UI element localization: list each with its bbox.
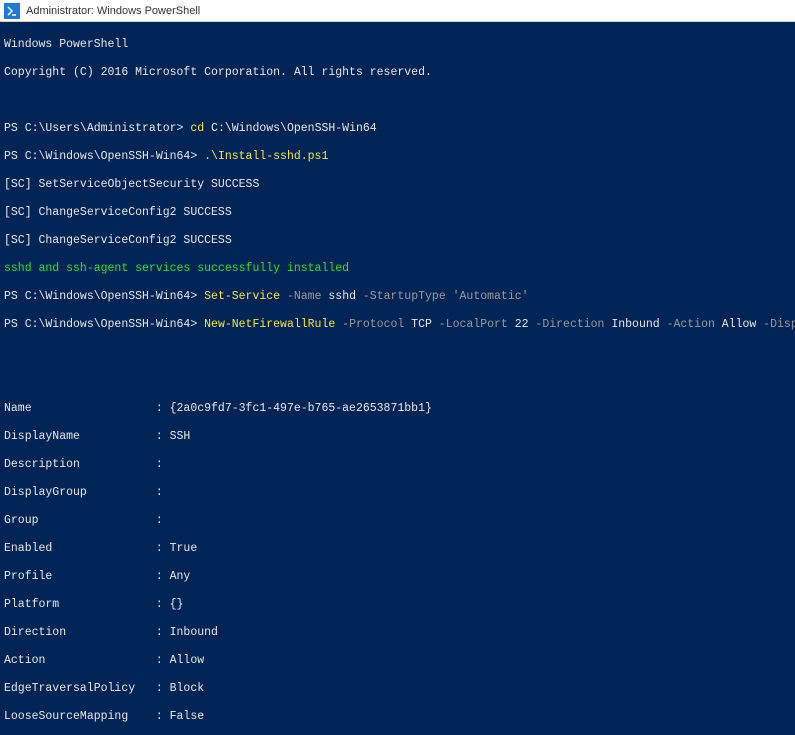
header-line: Windows PowerShell [4, 38, 791, 52]
cmd-firewall: PS C:\Windows\OpenSSH-Win64> New-NetFire… [4, 318, 791, 332]
rule-output: Group : [4, 514, 791, 528]
rule-output: Direction : Inbound [4, 626, 791, 640]
powershell-window: Administrator: Windows PowerShell Window… [0, 0, 795, 735]
blank [4, 374, 791, 388]
blank [4, 94, 791, 108]
cmd-cd: PS C:\Users\Administrator> cd C:\Windows… [4, 122, 791, 136]
blank [4, 346, 791, 360]
terminal-area[interactable]: Windows PowerShell Copyright (C) 2016 Mi… [0, 22, 795, 735]
rule-output: Name : {2a0c9fd7-3fc1-497e-b765-ae265387… [4, 402, 791, 416]
sc-output: [SC] ChangeServiceConfig2 SUCCESS [4, 206, 791, 220]
copyright-line: Copyright (C) 2016 Microsoft Corporation… [4, 66, 791, 80]
powershell-icon [4, 3, 20, 19]
rule-output: Enabled : True [4, 542, 791, 556]
rule-output: Action : Allow [4, 654, 791, 668]
titlebar[interactable]: Administrator: Windows PowerShell [0, 0, 795, 22]
rule-output: EdgeTraversalPolicy : Block [4, 682, 791, 696]
sc-output: [SC] SetServiceObjectSecurity SUCCESS [4, 178, 791, 192]
cmd-install: PS C:\Windows\OpenSSH-Win64> .\Install-s… [4, 150, 791, 164]
install-success: sshd and ssh-agent services successfully… [4, 262, 791, 276]
sc-output: [SC] ChangeServiceConfig2 SUCCESS [4, 234, 791, 248]
rule-output: DisplayName : SSH [4, 430, 791, 444]
rule-output: LooseSourceMapping : False [4, 710, 791, 724]
rule-output: Platform : {} [4, 598, 791, 612]
cmd-setservice: PS C:\Windows\OpenSSH-Win64> Set-Service… [4, 290, 791, 304]
rule-output: DisplayGroup : [4, 486, 791, 500]
rule-output: Profile : Any [4, 570, 791, 584]
window-title: Administrator: Windows PowerShell [26, 5, 200, 17]
rule-output: Description : [4, 458, 791, 472]
